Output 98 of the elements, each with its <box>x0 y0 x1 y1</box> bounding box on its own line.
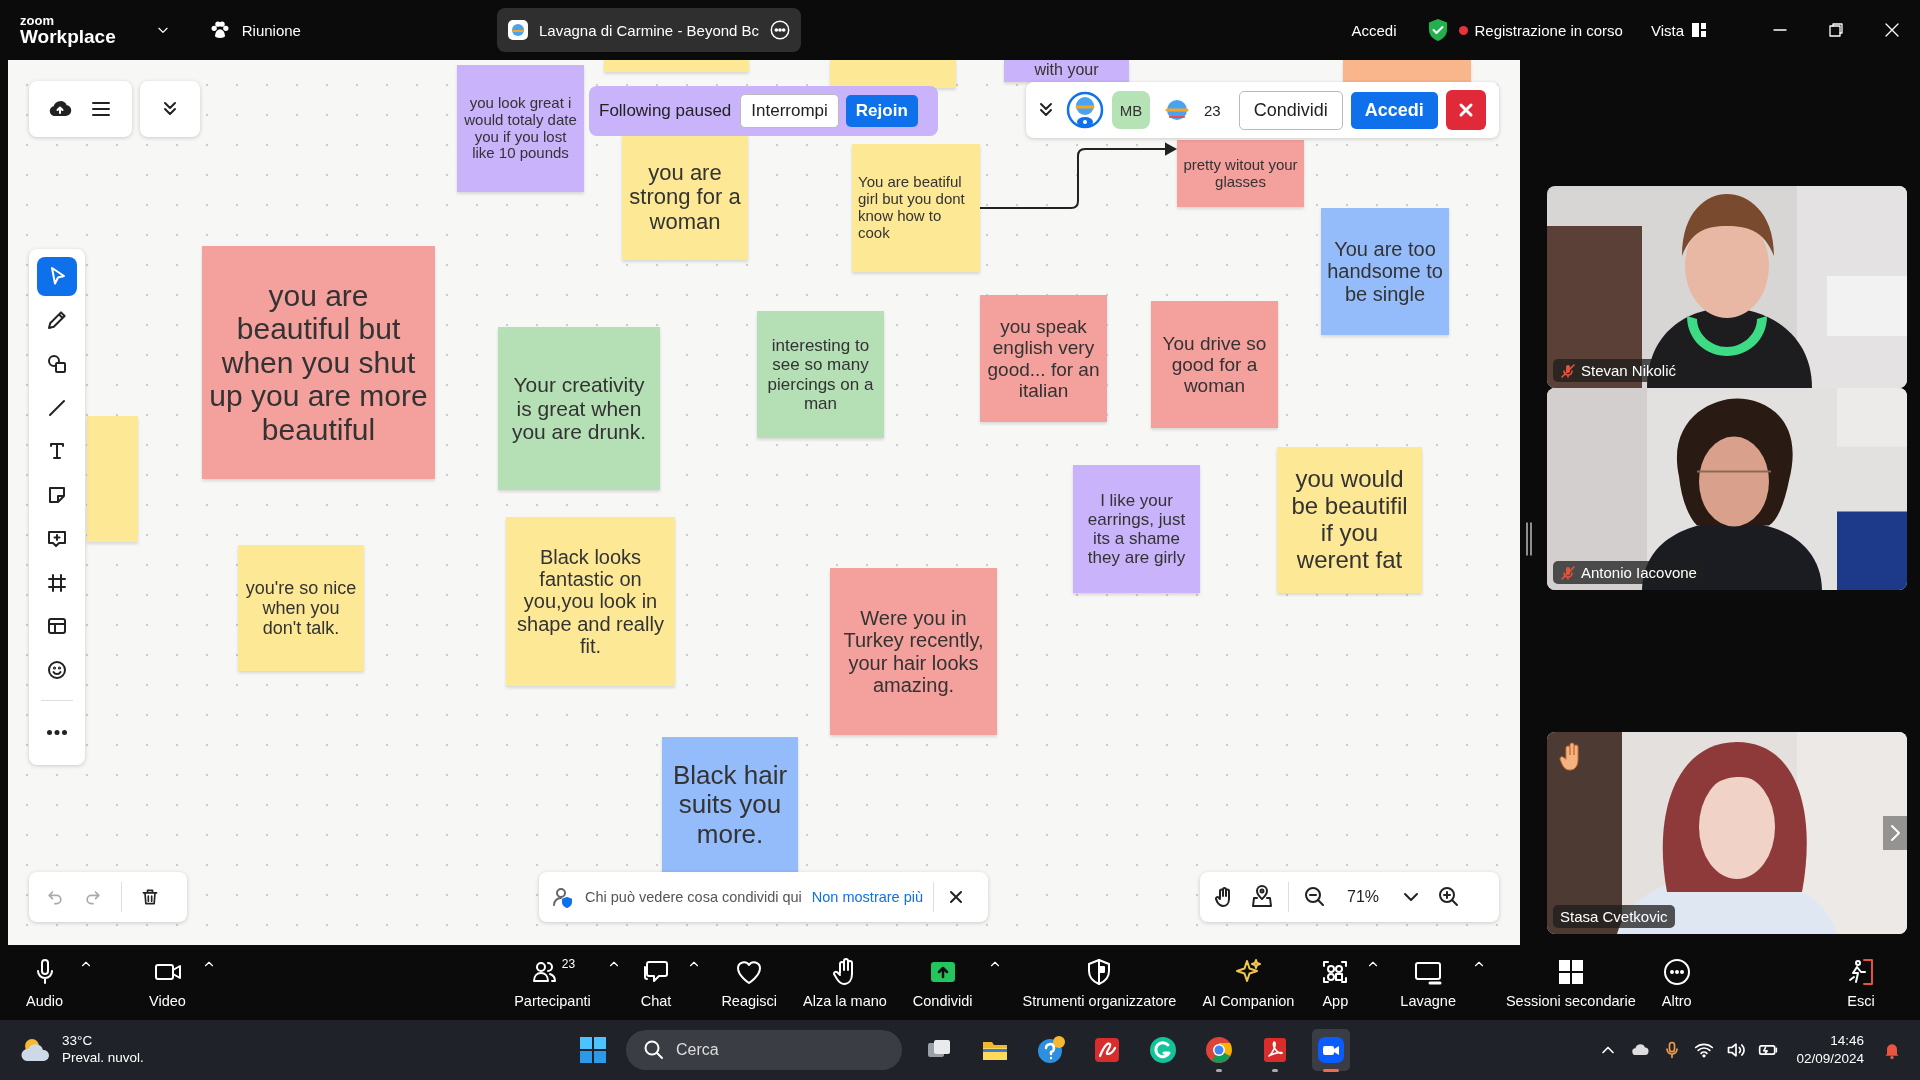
dismiss-link[interactable]: Non mostrare più <box>811 889 924 905</box>
menu-label[interactable]: Riunione <box>241 21 301 39</box>
banner-button[interactable]: Interrompi <box>740 94 839 128</box>
participant-count: 23 <box>561 956 576 971</box>
user-shield-icon <box>551 885 575 909</box>
banner-button[interactable]: Rejoin <box>845 95 918 127</box>
sticky-note[interactable]: interesting to see so many piercings on a man <box>757 311 884 438</box>
sticky-note[interactable]: pretty witout your glasses <box>1177 140 1304 207</box>
toolbar-button[interactable]: Esci <box>1840 956 1882 1009</box>
sticky-note[interactable]: you speak english very good... for an italian <box>980 295 1107 422</box>
restore-icon[interactable] <box>1828 22 1844 38</box>
button-label: Audio <box>26 992 64 1009</box>
button-label: Video <box>149 992 186 1009</box>
zoom-level[interactable]: 71% <box>1341 888 1385 906</box>
toolbar-button[interactable]: App <box>1314 956 1357 1009</box>
button-label: App <box>1322 992 1349 1009</box>
clock-time: 14:46 <box>1830 1032 1864 1050</box>
button-label: Reagisci <box>721 992 777 1009</box>
board-logo-icon <box>506 19 529 41</box>
sticky-note[interactable]: I like your earrings, just its a shame they are girly <box>1073 465 1200 593</box>
map-pin-icon[interactable] <box>1250 885 1274 909</box>
viewer-count: 23 <box>1204 101 1221 119</box>
resize-handle-icon[interactable] <box>1525 522 1533 556</box>
toolbar-button[interactable]: Sessioni secondarie <box>1499 956 1642 1009</box>
browser-icon[interactable] <box>1204 1035 1234 1065</box>
sticky-note[interactable]: you are beautiful but when you shut up you are more beautiful <box>202 246 435 479</box>
toolbar-button[interactable]: Audio <box>20 956 70 1009</box>
zoom-out-icon[interactable] <box>1303 885 1327 909</box>
whiteboard-tab[interactable]: Lavagna di Carmine - Beyond Bc <box>496 8 802 52</box>
shield-check-icon <box>1426 18 1449 42</box>
toolbar-button[interactable]: Video <box>143 956 192 1009</box>
view-menu[interactable]: Vista <box>1650 21 1684 39</box>
button-label: Partecipanti <box>514 992 591 1009</box>
zoom-in-icon[interactable] <box>1437 885 1461 909</box>
video-app-icon[interactable] <box>1316 1035 1346 1065</box>
toolbar-button[interactable]: Strumenti organizzatore <box>1016 956 1183 1009</box>
button-label: Condividi <box>912 992 973 1009</box>
paw-icon[interactable] <box>209 20 230 40</box>
team-logo-avatar[interactable] <box>1066 91 1104 129</box>
sticky-note[interactable]: You drive so good for a woman <box>1151 301 1278 428</box>
recording-status: Registrazione in corso <box>1474 21 1623 39</box>
sticky-note[interactable]: You are beatiful girl but you dont know how to cook <box>852 144 980 272</box>
toolbar-button[interactable]: 23 Partecipanti <box>508 956 597 1009</box>
more-icon <box>47 730 67 736</box>
logo-text: Workplace <box>20 27 116 46</box>
start-icon[interactable] <box>578 1035 608 1065</box>
help-icon[interactable] <box>1036 1035 1066 1065</box>
sticky-note[interactable]: You are too handsome to be single <box>1321 208 1449 335</box>
participant-name: Antonio Iacovone <box>1581 564 1697 581</box>
signature-app-icon[interactable] <box>1092 1035 1122 1065</box>
recording-dot <box>1458 25 1468 35</box>
button-label: Alza la mano <box>803 992 887 1009</box>
banner-text: Following paused <box>599 101 732 121</box>
close-icon[interactable] <box>1884 22 1900 38</box>
weather-condition: Preval. nuvol. <box>62 1050 144 1067</box>
share-button[interactable]: Condividi <box>1238 90 1343 130</box>
more-icon <box>1661 956 1692 987</box>
button-label: AI Companion <box>1202 992 1295 1009</box>
close-button[interactable] <box>1445 90 1486 130</box>
ring-app-icon[interactable] <box>1148 1035 1178 1065</box>
sticky-note[interactable]: you would be beautifil if you werent fat <box>1277 447 1422 593</box>
toolbar-button[interactable]: AI Companion <box>1196 956 1301 1009</box>
exit-icon <box>1846 956 1876 987</box>
sticky-note[interactable]: Your creativity is great when you are drunk. <box>498 327 660 490</box>
toolbar-button[interactable]: Lavagne <box>1394 956 1462 1009</box>
participant-name: Stevan Nikolić <box>1581 362 1677 379</box>
toolbar-button[interactable]: Chat <box>634 956 678 1009</box>
search-field[interactable]: Cerca <box>626 1030 902 1070</box>
more-icon[interactable] <box>769 19 792 41</box>
connector-arrow[interactable] <box>979 142 1178 209</box>
toolbar-button[interactable]: Reagisci <box>715 956 783 1009</box>
participant-name: Stasa Cvetkovic <box>1560 908 1668 925</box>
sticky-note[interactable]: Were you in Turkey recently, your hair looks amazing. <box>830 568 997 735</box>
sticky-note[interactable]: with your <box>1004 60 1129 82</box>
button-label: Altro <box>1661 992 1692 1009</box>
toolbar-button[interactable]: Condividi <box>906 956 979 1009</box>
logo-text: zoom <box>20 14 55 27</box>
layout-icon[interactable] <box>1692 23 1706 37</box>
button-label: Strumenti organizzatore <box>1022 992 1177 1009</box>
sticky-note[interactable]: you're so nice when you don't talk. <box>238 545 364 671</box>
toolbar-button[interactable]: Altro <box>1655 956 1698 1009</box>
sticky-note[interactable]: Black looks fantastic on you,you look in shape and really fit. <box>506 517 675 686</box>
button-label: Lavagne <box>1400 992 1456 1009</box>
button-label: Esci <box>1847 992 1875 1009</box>
sticky-note[interactable]: you look great i would totaly date you if you lost like 10 pounds <box>457 65 584 192</box>
sticky-note[interactable]: you are strong for a woman <box>622 135 748 260</box>
button-label: Sessioni secondarie <box>1505 992 1636 1009</box>
sign-in-link[interactable]: Accedi <box>1351 21 1397 39</box>
user-avatar[interactable]: MB <box>1112 91 1150 129</box>
clock-date: 02/09/2024 <box>1796 1050 1864 1068</box>
share-button[interactable]: Accedi <box>1350 91 1438 129</box>
temperature: 33°C <box>62 1033 94 1050</box>
search-icon <box>642 1038 666 1062</box>
button-label: Chat <box>640 992 672 1009</box>
notice-text: Chi può vedere cosa condividi qui <box>585 889 802 905</box>
next-page-button[interactable] <box>1883 816 1907 850</box>
toolbar-button[interactable]: Alza la mano <box>797 956 893 1009</box>
sticky-note[interactable]: Black hair suits you more. <box>662 737 798 873</box>
